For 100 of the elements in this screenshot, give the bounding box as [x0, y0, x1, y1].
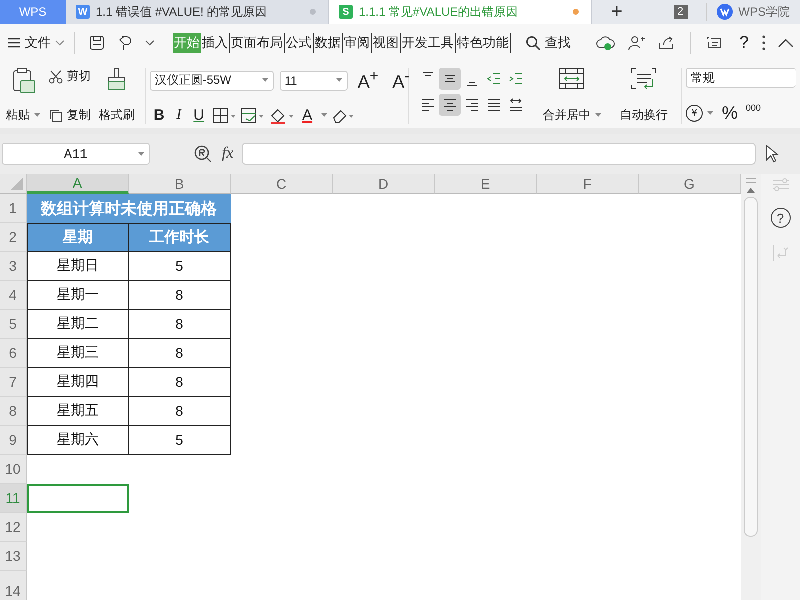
save-icon[interactable] — [89, 35, 105, 51]
ribbon-tab[interactable]: 开发工具 — [401, 33, 456, 53]
column-header[interactable]: G — [639, 174, 741, 194]
table-cell: 星期六 — [27, 426, 129, 455]
title-cell: 数组计算时未使用正确格 — [27, 194, 231, 223]
help-button[interactable]: ? — [770, 208, 790, 228]
align-left-icon — [420, 97, 436, 113]
column-header[interactable]: E — [435, 174, 537, 194]
ribbon-tab[interactable]: 视图 — [372, 33, 401, 53]
tab-title: 1.1 错误值 #VALUE! 的常见原因 — [96, 4, 268, 20]
italic-button[interactable]: I — [172, 107, 186, 124]
column-header[interactable]: F — [537, 174, 639, 194]
column-header[interactable]: D — [333, 174, 435, 194]
formula-input[interactable] — [242, 143, 756, 165]
academy-link[interactable]: WPS学院 — [706, 3, 800, 21]
cell-format-icon[interactable] — [240, 108, 265, 124]
row-header[interactable]: 6 — [0, 339, 27, 368]
currency-symbol: ¥ — [686, 105, 703, 122]
merge-center-button[interactable]: 合并居中 — [540, 68, 604, 124]
grow-font-button[interactable]: A$^{+}$ — [354, 68, 383, 93]
file-menu[interactable]: 文件 — [6, 32, 66, 54]
scissors-icon — [49, 70, 63, 84]
distribute-icon — [508, 97, 524, 113]
pointer-icon[interactable] — [766, 145, 780, 163]
borders-icon[interactable] — [212, 108, 237, 124]
share-icon[interactable] — [658, 35, 676, 51]
paste-button[interactable]: 粘贴 — [4, 68, 43, 124]
percent-button[interactable]: % — [722, 103, 738, 124]
shrink-font-button[interactable]: A$^{-}$ — [388, 68, 414, 93]
table-cell: 8 — [129, 368, 231, 397]
table-cell: 5 — [129, 252, 231, 281]
font-color-button[interactable]: A — [298, 107, 317, 124]
caret-icon — [34, 113, 41, 118]
more-icon[interactable] — [762, 35, 766, 51]
table-cell: 星期日 — [27, 252, 129, 281]
table-cell: 星期五 — [27, 397, 129, 426]
align-top-icon — [422, 72, 433, 76]
document-tab[interactable]: W 1.1 错误值 #VALUE! 的常见原因 — [66, 0, 329, 24]
caret-icon — [138, 152, 145, 157]
number-format-dropdown[interactable]: 常规 — [686, 68, 796, 88]
zoom-icon[interactable] — [194, 145, 212, 163]
row-header[interactable]: 1 — [0, 194, 27, 223]
vertical-scrollbar[interactable] — [744, 197, 758, 537]
underline-button[interactable]: U — [190, 107, 209, 124]
sliders-icon[interactable] — [772, 178, 790, 192]
document-tab[interactable]: S 1.1.1 常见#VALUE的出错原因 — [329, 0, 592, 24]
copy-button[interactable]: 复制 — [49, 107, 91, 124]
cloud-icon[interactable] — [596, 35, 616, 51]
row-header[interactable]: 7 — [0, 368, 27, 397]
menu-icon — [7, 37, 21, 49]
chevron-down-icon[interactable] — [145, 40, 155, 46]
window-count-badge[interactable]: 2 — [674, 5, 688, 19]
corner-triangle-icon — [11, 178, 23, 190]
writer-file-icon: W — [76, 5, 90, 19]
collapse-icon[interactable] — [778, 38, 794, 48]
alignment-button[interactable] — [438, 68, 461, 90]
font-size-dropdown[interactable]: 11 — [280, 70, 348, 90]
scroll-up-icon[interactable] — [747, 188, 755, 193]
row-header[interactable]: 10 — [0, 455, 27, 484]
header-cell: 工作时长 — [129, 223, 231, 252]
thousands-button[interactable]: 000 — [746, 103, 762, 113]
ribbon-tab[interactable]: 插入 — [201, 33, 230, 53]
justify-icon — [486, 97, 502, 113]
row-header[interactable]: 12 — [0, 513, 27, 542]
column-header[interactable]: C — [231, 174, 333, 194]
currency-button[interactable]: ¥ — [686, 105, 714, 122]
row-header[interactable]: 14 — [0, 571, 27, 600]
add-user-icon[interactable] — [628, 35, 646, 51]
row-header[interactable]: 13 — [0, 542, 27, 571]
font-name-dropdown[interactable]: 汉仪正圆-55W — [150, 70, 274, 90]
function-label[interactable]: fx — [222, 145, 234, 163]
align-right-icon — [464, 97, 480, 113]
column-header[interactable]: B — [129, 174, 231, 194]
align-bottom-icon — [466, 82, 477, 86]
row-header[interactable]: 4 — [0, 281, 27, 310]
row-header[interactable]: 3 — [0, 252, 27, 281]
name-box[interactable]: A11 — [2, 143, 150, 165]
search-button[interactable]: 查找 — [525, 32, 572, 54]
academy-label: WPS学院 — [738, 4, 790, 20]
row-header[interactable]: 5 — [0, 310, 27, 339]
active-cell[interactable] — [27, 484, 129, 513]
help-button[interactable]: ? — [738, 31, 750, 55]
fill-color-icon[interactable] — [268, 108, 295, 124]
ribbon-tab[interactable]: 数据 — [314, 33, 343, 53]
ribbon-tab[interactable]: 页面布局 — [230, 33, 285, 53]
new-tab-button[interactable]: + — [592, 0, 642, 24]
format-painter-button[interactable]: 格式刷 — [97, 68, 137, 124]
ribbon-tab[interactable]: 特色功能 — [456, 33, 511, 53]
row-header[interactable]: 9 — [0, 426, 27, 455]
alignment-button[interactable] — [438, 94, 461, 116]
wrap-text-button[interactable]: 自动换行 — [618, 68, 670, 124]
ribbon-tab[interactable]: 审阅 — [343, 33, 372, 53]
eraser-icon[interactable] — [332, 108, 356, 124]
bold-button[interactable]: B — [150, 107, 169, 124]
row-header[interactable]: 2 — [0, 223, 27, 252]
cut-button[interactable]: 剪切 — [49, 68, 91, 85]
search-icon — [526, 36, 541, 50]
ribbon-tab[interactable]: 公式 — [285, 33, 314, 53]
split-handle-icon[interactable] — [745, 178, 757, 184]
row-header[interactable]: 8 — [0, 397, 27, 426]
